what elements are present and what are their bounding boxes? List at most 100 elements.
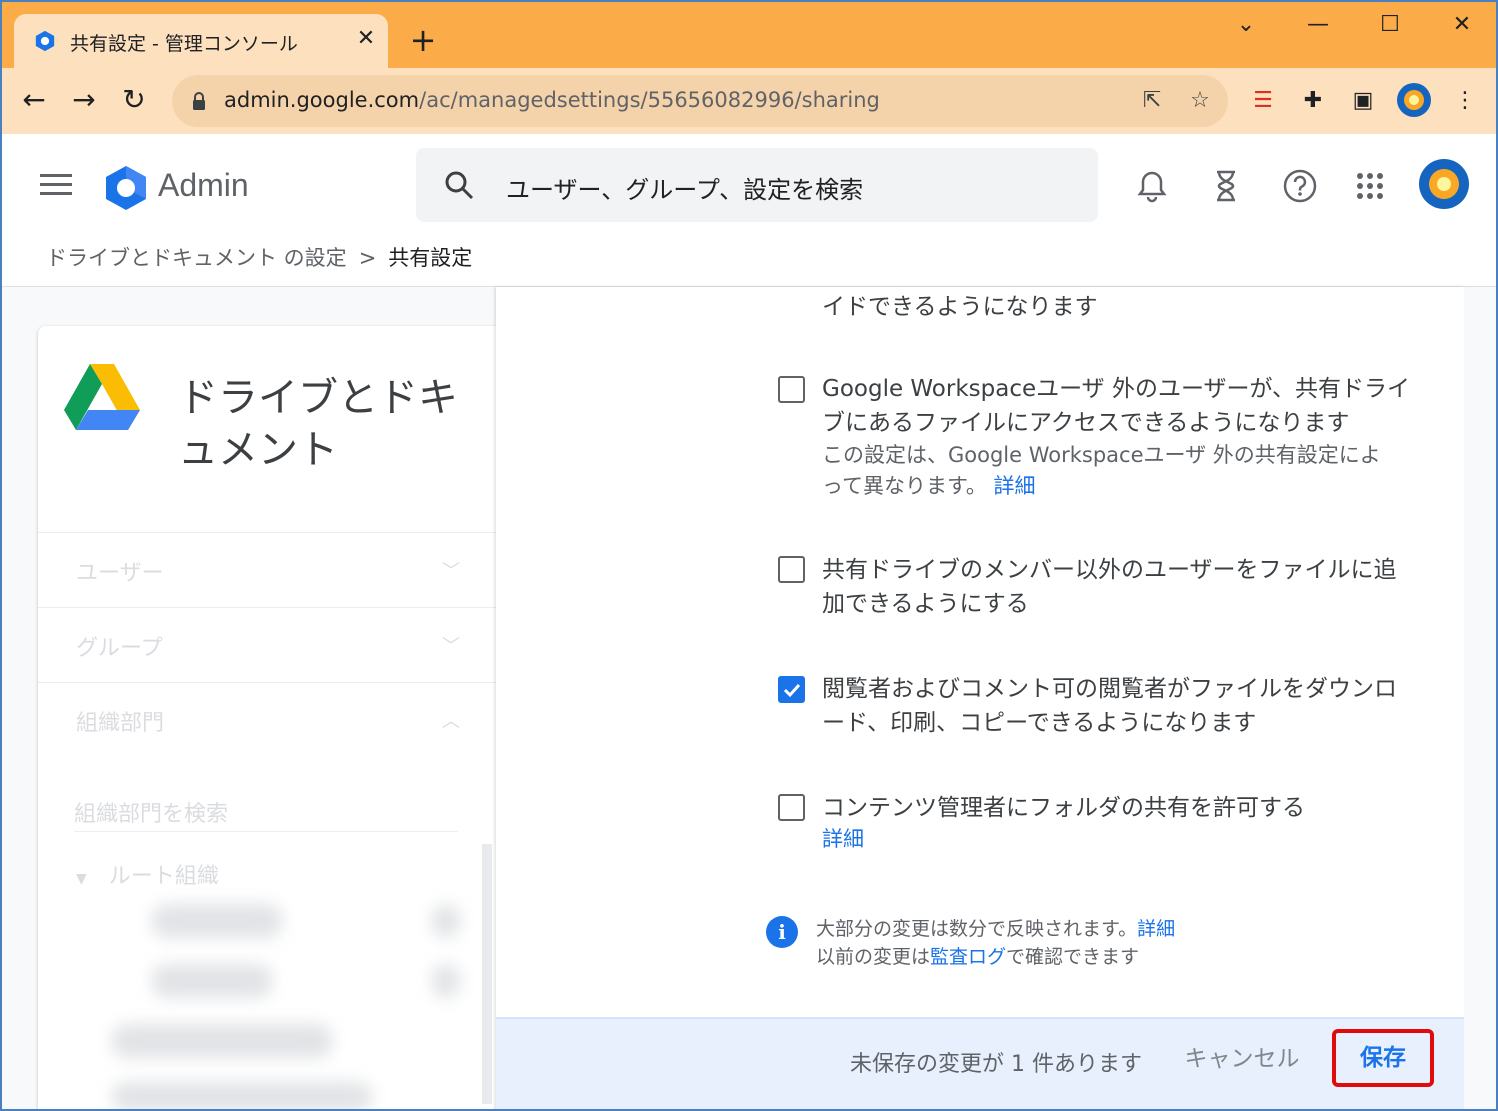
info-text: で確認できます (1006, 946, 1140, 968)
audit-log-link[interactable]: 監査ログ (930, 946, 1006, 968)
info-text: 大部分の変更は数分で反映されます。 (816, 918, 1138, 940)
breadcrumb: ドライブとドキュメント の設定 > 共有設定 (46, 242, 472, 272)
option-line: ブにあるファイルにアクセスできるようになります (822, 410, 1350, 436)
checkbox-add-non-members[interactable] (778, 556, 805, 583)
browser-toolbar: ← → ↻ admin.google.com/ac/managedsetting… (2, 68, 1496, 134)
org-root-label: ルート組織 (108, 864, 219, 889)
sidebar-section-groups[interactable]: グループ ﹀ (38, 607, 496, 682)
chevron-down-icon: ﹀ (442, 636, 460, 657)
back-icon[interactable]: ← (16, 82, 52, 118)
blurred-org-item (432, 904, 460, 938)
info-line-1: 大部分の変更は数分で反映されます。詳細 (816, 914, 1175, 941)
admin-header: Admin ユーザー、グループ、設定を検索 (2, 134, 1496, 232)
sidebar-section-users[interactable]: ユーザー ﹀ (38, 532, 496, 607)
option-external-access-description: この設定は、Google Workspaceユーザ 外の共有設定によ って異なり… (822, 440, 1422, 502)
maximize-icon[interactable]: ☐ (1370, 10, 1410, 40)
search-icon (445, 171, 474, 200)
option-add-non-members-label: 共有ドライブのメンバー以外のユーザーをファイルに追 加できるようにする (822, 553, 1422, 621)
url-host: admin.google.com (224, 88, 420, 112)
admin-favicon-icon (35, 30, 55, 52)
side-panel-icon[interactable]: ▣ (1346, 84, 1380, 118)
org-root-item[interactable]: ▼ ルート組織 (76, 858, 219, 890)
apps-grid-icon[interactable] (1352, 168, 1388, 204)
profile-avatar-icon[interactable] (1396, 82, 1432, 118)
blurred-org-item (112, 1024, 332, 1058)
right-gutter (1464, 287, 1496, 1109)
save-button[interactable]: 保存 (1332, 1029, 1434, 1087)
help-icon[interactable] (1282, 168, 1318, 204)
product-title: ドライブとドキュメント (178, 375, 458, 473)
close-tab-icon[interactable]: ✕ (352, 25, 380, 53)
chevron-up-icon: ︿ (442, 711, 460, 732)
browser-window: 共有設定 - 管理コンソール ✕ + ⌄ — ☐ ✕ ← → ↻ admin.g… (0, 0, 1498, 1111)
option-line: 加できるようにする (822, 591, 1029, 617)
option-line: コンテンツ管理者にフォルダの共有を許可する (822, 795, 1305, 821)
option-line: 共有ドライブのメンバー以外のユーザーをファイルに追 (822, 557, 1397, 583)
close-window-icon[interactable]: ✕ (1442, 10, 1482, 40)
caret-down-icon: ▼ (76, 871, 87, 887)
notifications-bell-icon[interactable] (1134, 168, 1170, 204)
bookmark-star-icon[interactable]: ☆ (1186, 87, 1214, 115)
checkbox-viewer-download[interactable] (778, 676, 805, 703)
option-line: Google Workspaceユーザ 外のユーザーが、共有ドライ (822, 376, 1411, 402)
reload-icon[interactable]: ↻ (116, 82, 152, 118)
cancel-button[interactable]: キャンセル (1172, 1032, 1312, 1086)
option-sub-line: って異なります。 詳細 (822, 471, 1422, 502)
chevron-down-icon: ﹀ (442, 561, 460, 582)
forward-icon[interactable]: → (66, 82, 102, 118)
info-text: 以前の変更は (816, 946, 931, 968)
blurred-org-item (112, 1082, 372, 1109)
sidebar-scrollbar[interactable] (482, 844, 492, 1104)
info-details-link[interactable]: 詳細 (1137, 918, 1175, 940)
sidebar-section-label: グループ (76, 636, 163, 661)
breadcrumb-separator: > (358, 246, 377, 270)
browser-tab[interactable]: 共有設定 - 管理コンソール ✕ (14, 14, 388, 68)
search-placeholder: ユーザー、グループ、設定を検索 (506, 176, 864, 204)
option-content-manager-details: 詳細 (822, 824, 864, 855)
breadcrumb-current: 共有設定 (388, 246, 473, 270)
checkmark-icon (783, 683, 801, 698)
org-search-placeholder: 組織部門を検索 (74, 802, 229, 827)
account-avatar-icon[interactable] (1418, 158, 1470, 210)
checkbox-content-manager-share[interactable] (778, 794, 805, 821)
checkbox-external-access[interactable] (778, 376, 805, 403)
google-drive-logo-icon (64, 364, 140, 430)
main-menu-icon[interactable] (40, 174, 72, 196)
search-input[interactable]: ユーザー、グループ、設定を検索 (416, 148, 1098, 222)
tab-title: 共有設定 - 管理コンソール (70, 33, 298, 55)
partial-option-text: イドできるようになります (822, 294, 1098, 320)
sidebar-section-org-units[interactable]: 組織部門 ︿ (38, 682, 496, 757)
option-viewer-download-label: 閲覧者およびコメント可の閲覧者がファイルをダウンロ ード、印刷、コピーできるよう… (822, 672, 1422, 740)
extensions-puzzle-icon[interactable]: ✚ (1296, 84, 1330, 118)
info-line-2: 以前の変更は監査ログで確認できます (816, 942, 1139, 969)
org-unit-search-input[interactable]: 組織部門を検索 (74, 796, 458, 832)
sidebar-section-label: 組織部門 (76, 711, 165, 736)
option-sub-text: って異なります。 (822, 474, 987, 498)
more-menu-icon[interactable]: ⋮ (1448, 84, 1482, 118)
url-text: admin.google.com/ac/managedsettings/5565… (224, 88, 880, 112)
minimize-icon[interactable]: — (1298, 10, 1338, 40)
extension-translate-icon[interactable]: ☰ (1246, 84, 1280, 118)
blurred-org-item (432, 964, 460, 998)
details-link[interactable]: 詳細 (822, 827, 864, 851)
new-tab-icon[interactable]: + (406, 24, 440, 58)
url-path: /ac/managedsettings/55656082996/sharing (419, 88, 880, 112)
option-content-manager-label: コンテンツ管理者にフォルダの共有を許可する (822, 791, 1422, 825)
unsaved-changes-text: 未保存の変更が 1 件あります (850, 1052, 1142, 1077)
tab-strip: 共有設定 - 管理コンソール ✕ + ⌄ — ☐ ✕ (2, 2, 1496, 68)
blurred-org-item (152, 904, 282, 938)
blurred-org-item (152, 964, 272, 998)
option-line: ード、印刷、コピーできるようになります (822, 710, 1257, 736)
admin-logo-icon (106, 166, 146, 210)
option-line: 閲覧者およびコメント可の閲覧者がファイルをダウンロ (822, 676, 1397, 702)
app-title: Admin (158, 167, 249, 203)
address-bar[interactable]: admin.google.com/ac/managedsettings/5565… (172, 75, 1228, 127)
option-external-access-label: Google Workspaceユーザ 外のユーザーが、共有ドライ ブにあるファ… (822, 372, 1422, 440)
lock-icon (193, 92, 205, 110)
share-icon[interactable]: ⇱ (1138, 87, 1166, 115)
details-link[interactable]: 詳細 (994, 474, 1036, 498)
breadcrumb-parent-link[interactable]: ドライブとドキュメント の設定 (46, 246, 347, 270)
tab-search-icon[interactable]: ⌄ (1226, 10, 1266, 40)
hourglass-tasks-icon[interactable] (1208, 168, 1244, 204)
sidebar-section-label: ユーザー (76, 561, 164, 586)
